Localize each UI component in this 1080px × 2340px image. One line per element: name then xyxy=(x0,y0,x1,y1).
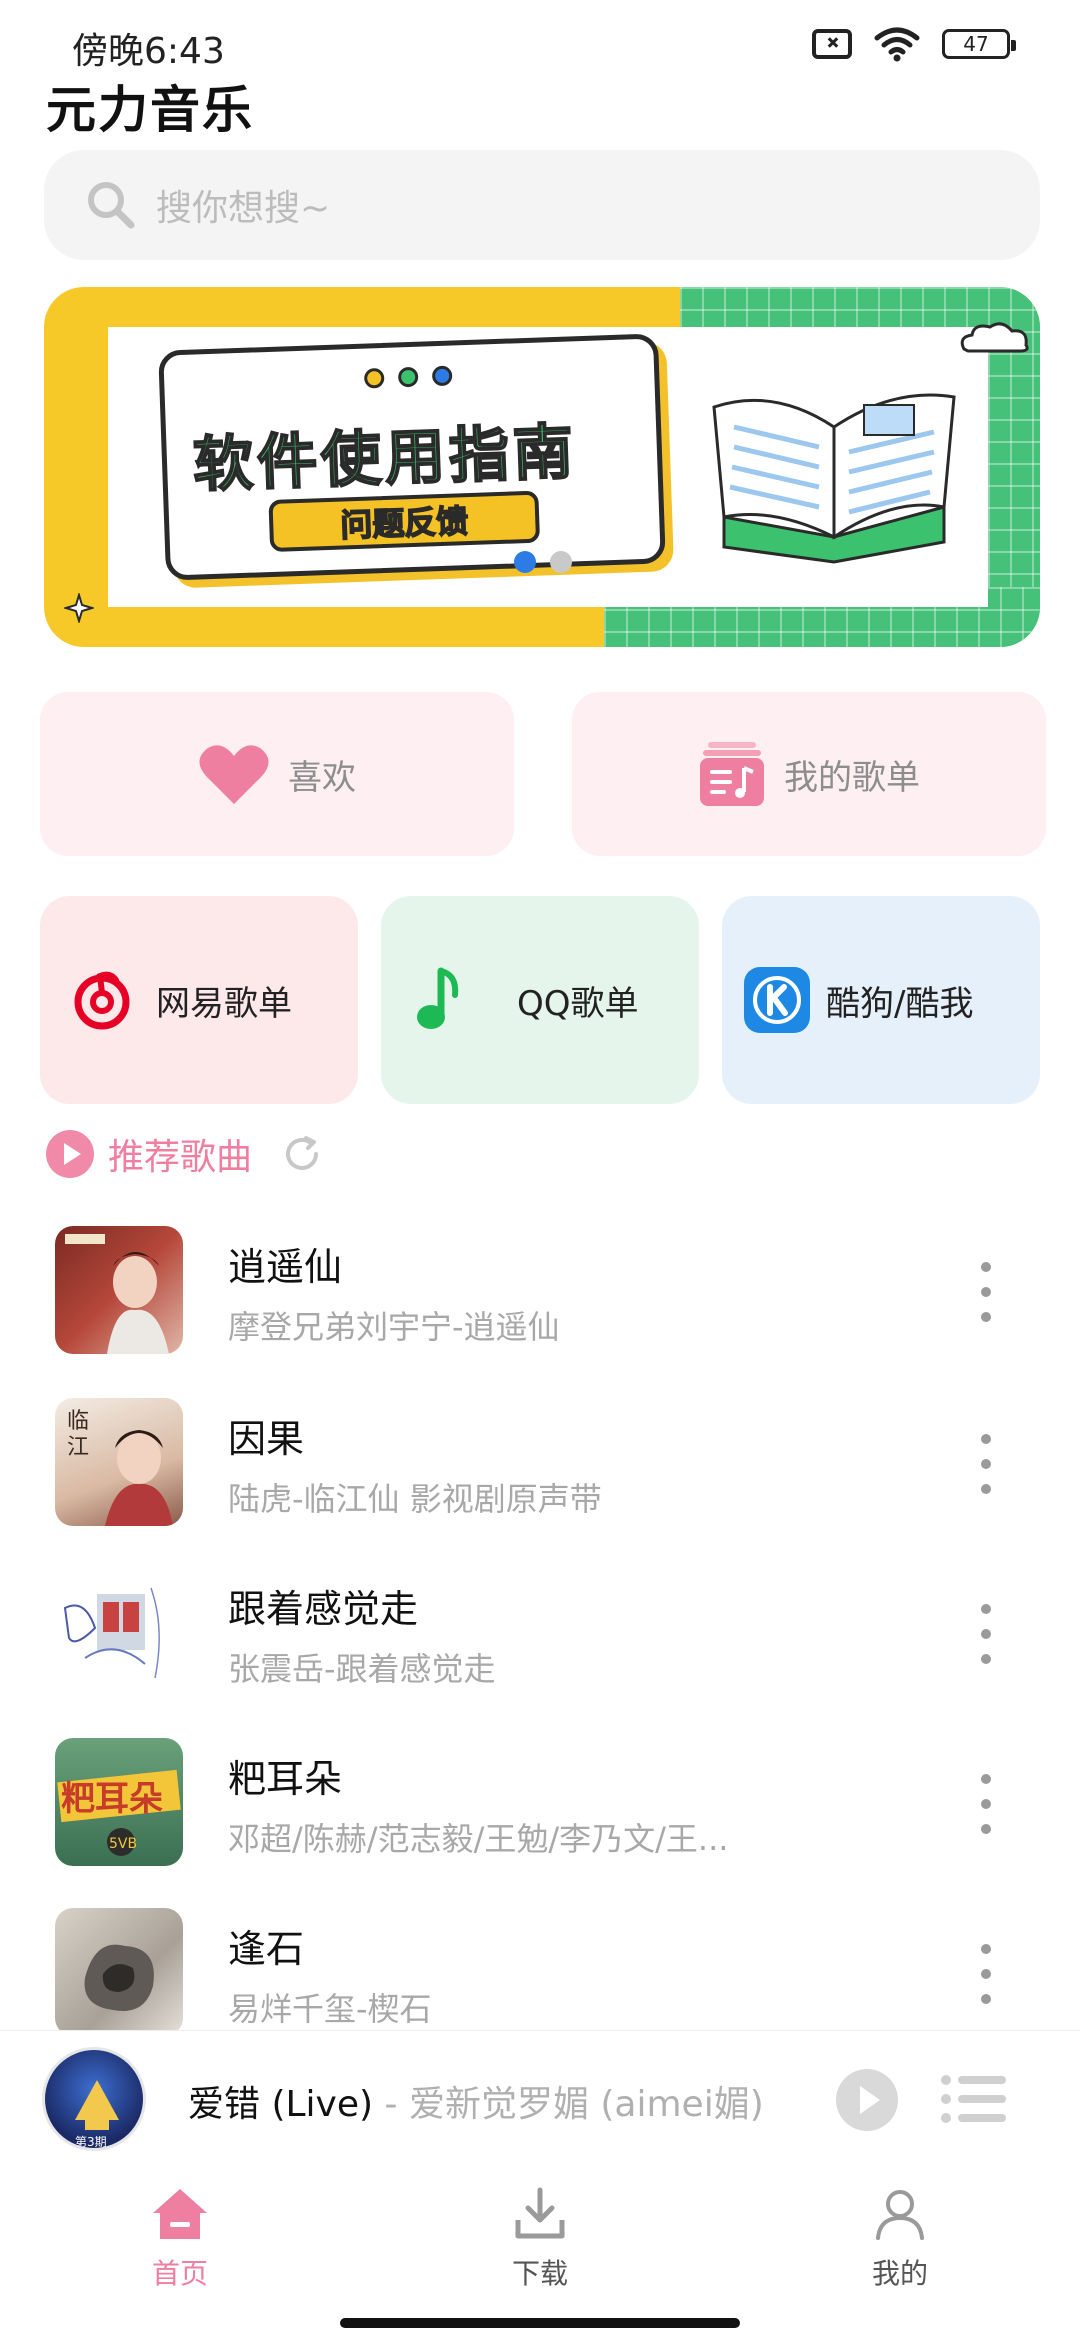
my-playlists-button[interactable]: 我的歌单 xyxy=(572,692,1046,856)
sparkle-icon xyxy=(64,593,94,623)
banner-indicator xyxy=(514,551,572,573)
banner-title: 软件使用指南 xyxy=(191,416,579,501)
netease-playlist-label: 网易歌单 xyxy=(156,983,292,1024)
song-subtitle: 陆虎-临江仙 影视剧原声带 xyxy=(228,1480,602,1518)
song-cover: 粑耳朵 5VB xyxy=(55,1738,183,1866)
more-options-icon[interactable] xyxy=(974,1604,998,1664)
recommend-header: 推荐歌曲 xyxy=(46,1128,322,1180)
song-subtitle: 张震岳-跟着感觉走 xyxy=(228,1650,496,1688)
banner-indicator-dot-active xyxy=(514,551,536,573)
nav-home[interactable]: 首页 xyxy=(0,2172,360,2322)
status-bar: 傍晚6:43 47 xyxy=(0,0,1080,80)
my-playlists-label: 我的歌单 xyxy=(784,757,920,798)
more-options-icon[interactable] xyxy=(974,1262,998,1322)
favorites-label: 喜欢 xyxy=(288,757,356,798)
download-icon xyxy=(515,2187,565,2239)
netease-icon xyxy=(74,971,130,1030)
kugou-icon xyxy=(744,967,810,1033)
search-input[interactable]: 搜你想搜~ xyxy=(44,150,1040,260)
now-playing-artist: 爱新觉罗媚 (aimei媚) xyxy=(408,2084,764,2125)
now-playing-cover: 第3期 xyxy=(42,2047,146,2151)
refresh-icon[interactable] xyxy=(282,1134,322,1174)
nav-download[interactable]: 下载 xyxy=(360,2172,720,2322)
play-all-icon[interactable] xyxy=(46,1130,94,1178)
queue-list-icon[interactable] xyxy=(940,2073,1006,2125)
playlist-icon xyxy=(700,742,764,806)
song-title: 逍遥仙 xyxy=(228,1245,343,1289)
qq-music-icon xyxy=(417,967,459,1029)
search-placeholder: 搜你想搜~ xyxy=(156,188,331,229)
svg-text:江: 江 xyxy=(67,1435,89,1460)
song-cover xyxy=(55,1568,183,1696)
svg-text:临: 临 xyxy=(67,1409,89,1434)
no-sim-icon xyxy=(812,29,852,59)
home-icon xyxy=(153,2189,207,2239)
feedback-button[interactable]: 问题反馈 xyxy=(268,490,541,553)
nav-profile[interactable]: 我的 xyxy=(720,2172,1080,2322)
user-icon xyxy=(876,2190,924,2240)
wifi-icon xyxy=(874,27,920,62)
status-icons: 47 xyxy=(812,26,1016,62)
recommend-title: 推荐歌曲 xyxy=(108,1137,253,1178)
song-title: 粑耳朵 xyxy=(228,1757,343,1801)
song-cover: 临江 xyxy=(55,1398,183,1526)
play-button[interactable] xyxy=(836,2069,898,2131)
song-row[interactable]: 跟着感觉走 张震岳-跟着感觉走 xyxy=(0,1568,1080,1738)
song-title: 因果 xyxy=(228,1417,305,1461)
song-row[interactable]: 粑耳朵 5VB 粑耳朵 邓超/陈赫/范志毅/王勉/李乃文/王... xyxy=(0,1738,1080,1908)
song-subtitle: 易烊千玺-楔石 xyxy=(228,1990,432,2028)
nav-home-label: 首页 xyxy=(151,2257,208,2290)
song-cover xyxy=(55,1908,183,2036)
search-icon xyxy=(88,182,135,229)
netease-playlist-button[interactable]: 网易歌单 xyxy=(40,896,358,1104)
song-cover xyxy=(55,1226,183,1354)
song-title: 逢石 xyxy=(228,1927,305,1971)
now-playing-title: 爱错 (Live) xyxy=(188,2084,374,2125)
svg-text:第3期: 第3期 xyxy=(75,2135,107,2149)
qq-playlist-label: QQ歌单 xyxy=(517,983,639,1024)
banner-card: 软件使用指南 问题反馈 xyxy=(158,333,666,581)
home-indicator[interactable] xyxy=(340,2318,740,2328)
more-options-icon[interactable] xyxy=(974,1434,998,1494)
app-title: 元力音乐 xyxy=(46,81,254,139)
more-options-icon[interactable] xyxy=(974,1774,998,1834)
banner-indicator-dot xyxy=(550,551,572,573)
svg-text:5VB: 5VB xyxy=(109,1836,137,1852)
song-subtitle: 摩登兄弟刘宇宁-逍遥仙 xyxy=(228,1308,560,1346)
svg-text:粑耳朵: 粑耳朵 xyxy=(61,1779,163,1819)
kugou-playlist-label: 酷狗/酷我 xyxy=(826,983,974,1024)
favorites-button[interactable]: 喜欢 xyxy=(40,692,514,856)
qq-playlist-button[interactable]: QQ歌单 xyxy=(381,896,699,1104)
banner-card-dots xyxy=(363,365,453,389)
nav-profile-label: 我的 xyxy=(871,2257,928,2290)
book-illustration xyxy=(712,393,956,564)
now-playing-separator: - xyxy=(373,2084,409,2125)
nav-download-label: 下载 xyxy=(511,2257,568,2290)
status-time: 傍晚6:43 xyxy=(72,31,225,72)
battery-icon: 47 xyxy=(942,29,1016,59)
kugou-playlist-button[interactable]: 酷狗/酷我 xyxy=(722,896,1040,1104)
battery-level: 47 xyxy=(963,32,989,56)
more-options-icon[interactable] xyxy=(974,1944,998,2004)
bottom-nav: 首页 下载 我的 xyxy=(0,2172,1080,2322)
song-row[interactable]: 逍遥仙 摩登兄弟刘宇宁-逍遥仙 xyxy=(0,1226,1080,1396)
song-row[interactable]: 临江 因果 陆虎-临江仙 影视剧原声带 xyxy=(0,1398,1080,1568)
banner-carousel[interactable]: 软件使用指南 问题反馈 xyxy=(44,287,1040,647)
now-playing-text: 爱错 (Live) - 爱新觉罗媚 (aimei媚) xyxy=(188,2075,764,2127)
cloud-icon xyxy=(960,322,1029,353)
song-title: 跟着感觉走 xyxy=(228,1587,419,1631)
heart-icon xyxy=(199,745,269,804)
mini-player[interactable]: 第3期 爱错 (Live) - 爱新觉罗媚 (aimei媚) xyxy=(0,2030,1080,2170)
song-subtitle: 邓超/陈赫/范志毅/王勉/李乃文/王... xyxy=(228,1820,729,1858)
